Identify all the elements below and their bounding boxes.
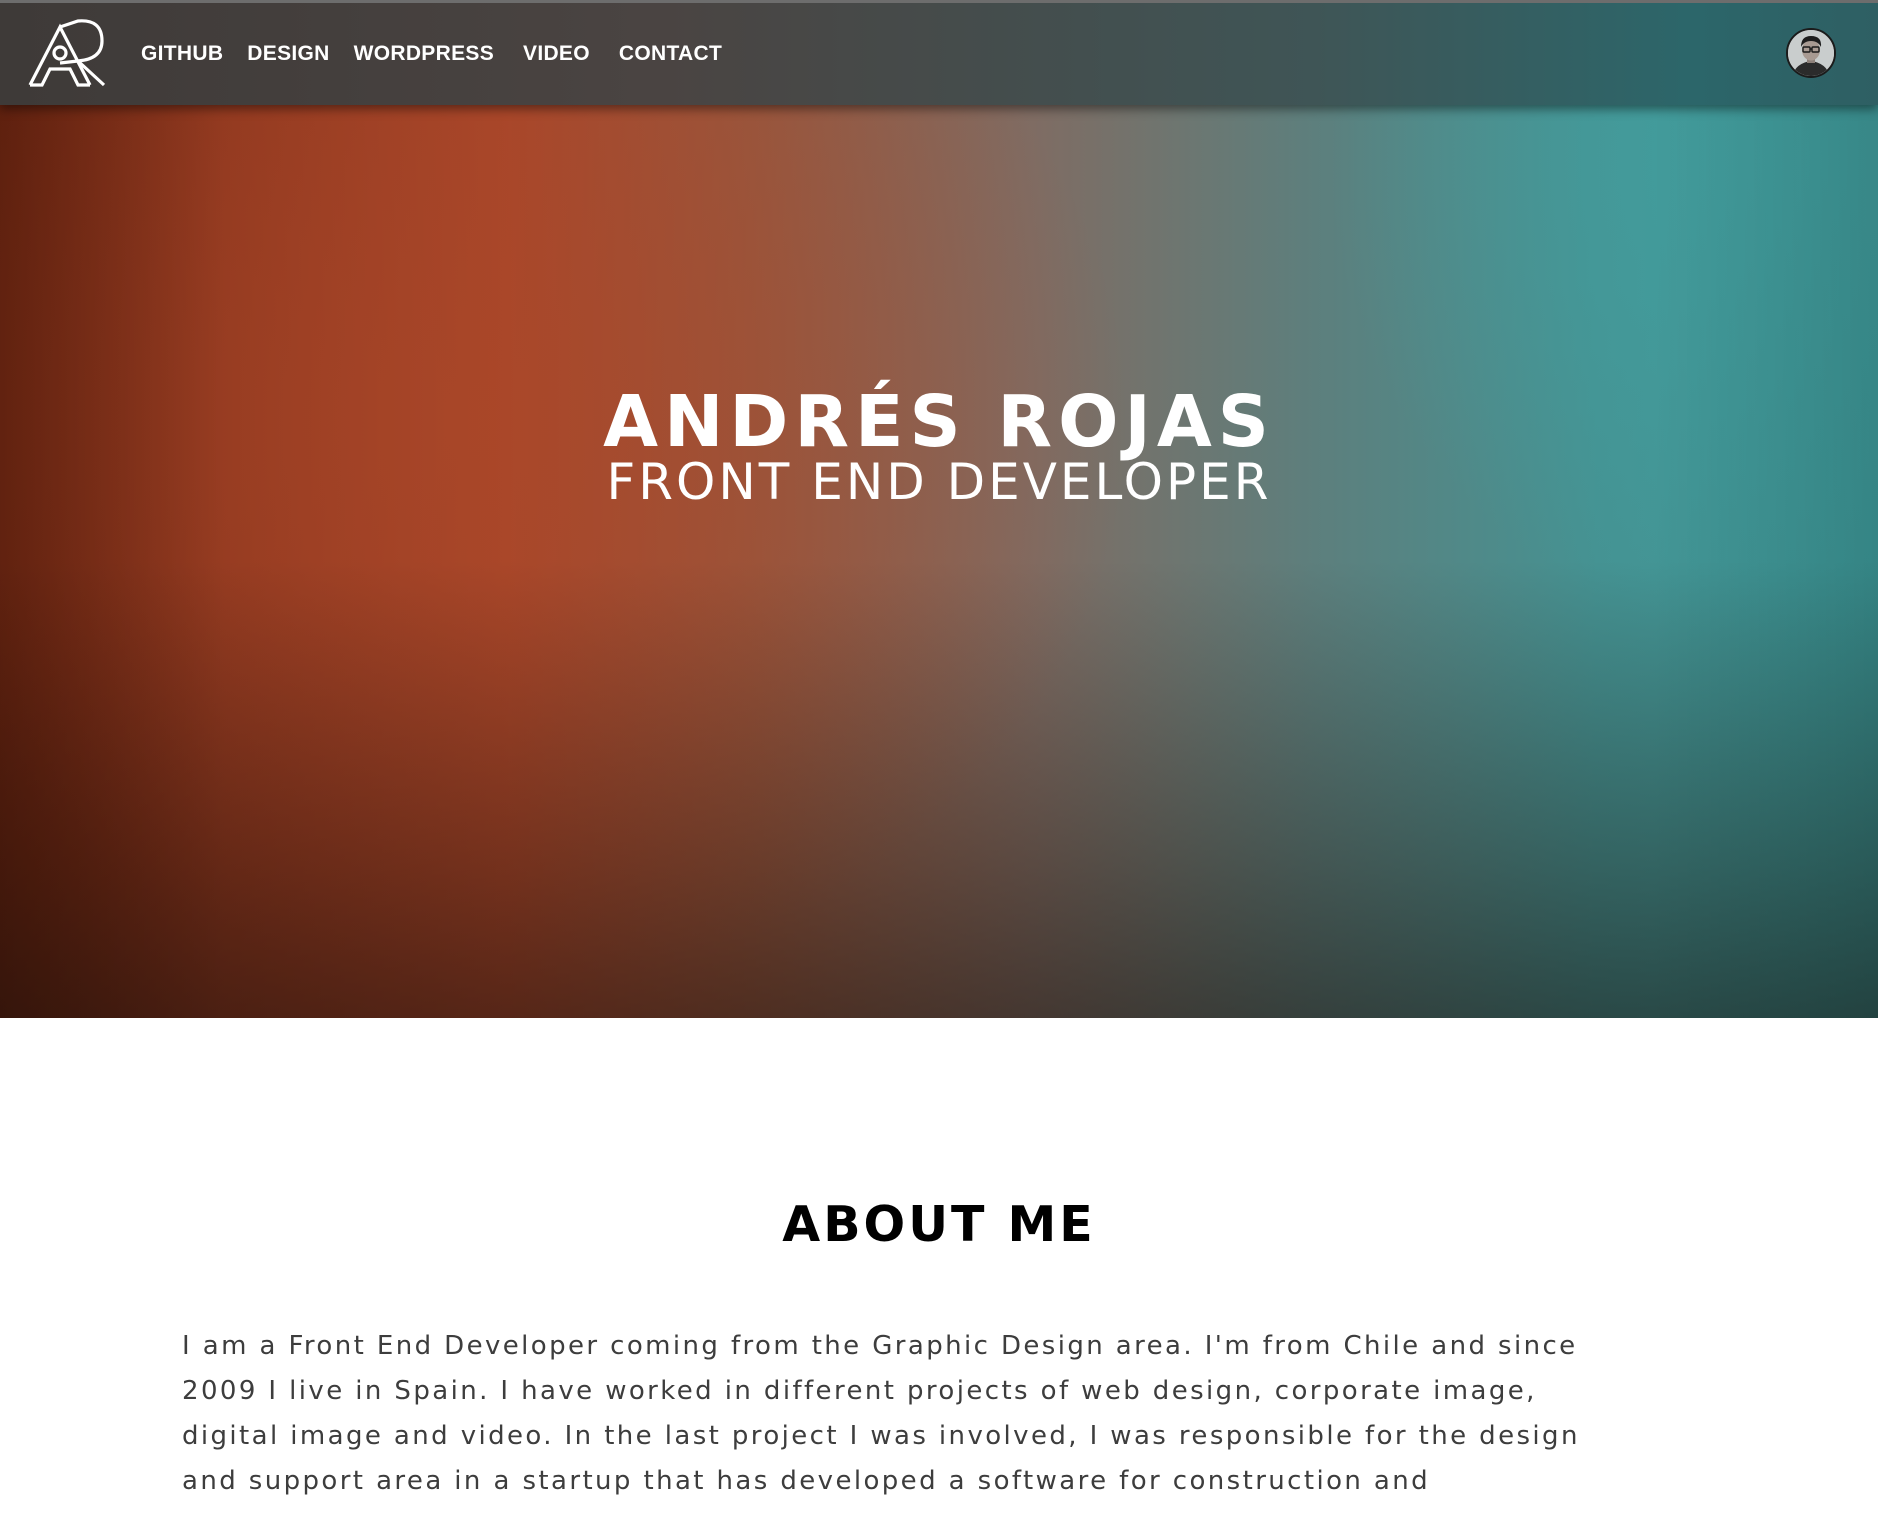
about-line-3: digital image and video. In the last pro…	[182, 1421, 1580, 1451]
nav-link-design[interactable]: DESIGN	[247, 42, 329, 66]
hero-section: ANDRÉS ROJAS FRONT END DEVELOPER	[0, 0, 1878, 1018]
ar-logo-icon[interactable]	[28, 19, 108, 89]
about-line-4: and support area in a startup that has d…	[182, 1466, 1431, 1496]
about-line-1: I am a Front End Developer coming from t…	[182, 1331, 1578, 1361]
hero-subtitle: FRONT END DEVELOPER	[606, 453, 1272, 511]
nav-link-video[interactable]: VIDEO	[523, 42, 590, 66]
about-line-2: 2009 I live in Spain. I have worked in d…	[182, 1376, 1537, 1406]
main-nav: GITHUB DESIGN WORDPRESS VIDEO CONTACT	[141, 3, 746, 105]
avatar-portrait-svg	[1788, 30, 1834, 76]
nav-link-github[interactable]: GITHUB	[141, 42, 223, 66]
nav-link-contact[interactable]: CONTACT	[619, 42, 722, 66]
ar-logo-svg	[28, 19, 106, 87]
profile-avatar-icon[interactable]	[1786, 28, 1836, 78]
about-heading: ABOUT ME	[782, 1196, 1096, 1253]
top-navbar: GITHUB DESIGN WORDPRESS VIDEO CONTACT	[0, 0, 1878, 105]
nav-link-wordpress[interactable]: WORDPRESS	[354, 42, 494, 66]
about-paragraph: I am a Front End Developer coming from t…	[182, 1324, 1702, 1504]
